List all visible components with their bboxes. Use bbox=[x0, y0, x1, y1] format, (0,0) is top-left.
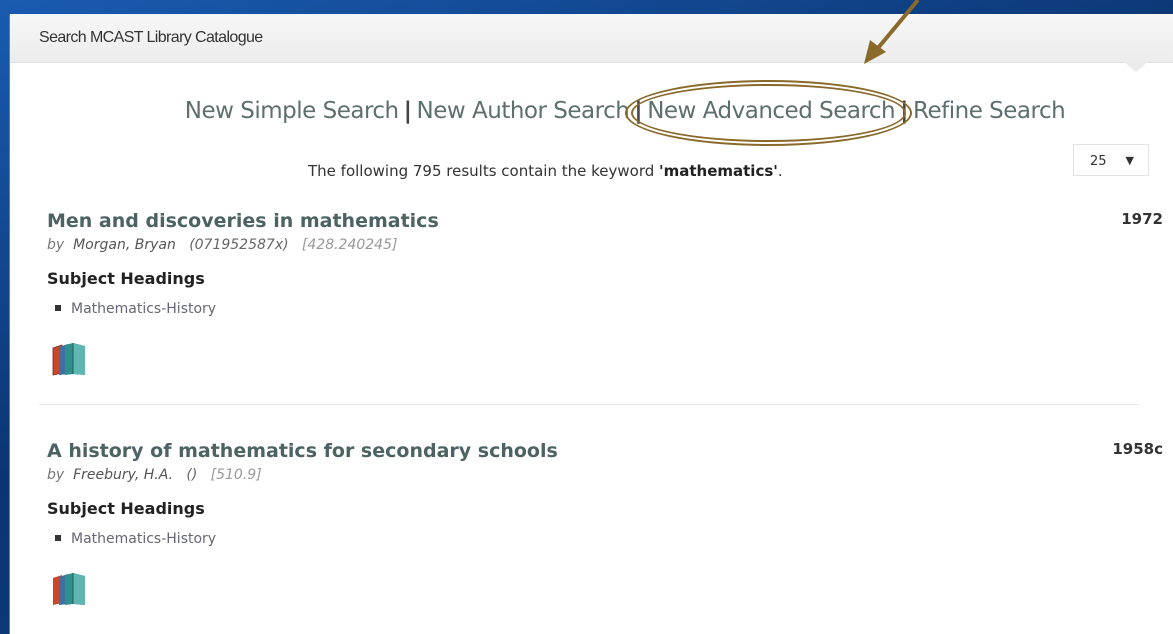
chevron-down-icon: ▼ bbox=[1125, 154, 1134, 167]
results-per-page-select[interactable]: 25 ▼ bbox=[1073, 144, 1149, 176]
header-notch bbox=[1124, 62, 1148, 72]
record-divider bbox=[39, 404, 1139, 405]
record-year: 1958c bbox=[1112, 440, 1163, 458]
by-label: by bbox=[47, 467, 65, 483]
catalogue-panel: Search MCAST Library Catalogue New Simpl… bbox=[9, 14, 1173, 634]
subject-headings-label: Subject Headings bbox=[47, 499, 205, 518]
record-author[interactable]: Morgan, Bryan bbox=[73, 237, 176, 253]
link-separator: | bbox=[403, 98, 412, 124]
record-year: 1972 bbox=[1121, 210, 1163, 228]
new-simple-search-link[interactable]: New Simple Search bbox=[185, 98, 399, 124]
search-keyword: 'mathematics' bbox=[659, 162, 778, 180]
search-links-bar: New Simple Search | New Author Search | New … bbox=[10, 98, 1173, 124]
summary-suffix: . bbox=[777, 162, 783, 180]
record-call-number: [428.240245] bbox=[301, 237, 398, 253]
panel-title: Search MCAST Library Catalogue bbox=[39, 29, 263, 46]
callout-arrow-icon bbox=[864, 0, 920, 64]
record-title-link[interactable]: Men and discoveries in mathematics bbox=[47, 210, 439, 232]
callout-ellipse-inner bbox=[631, 84, 906, 142]
record-isbn: () bbox=[186, 467, 198, 483]
subject-headings-label: Subject Headings bbox=[47, 269, 205, 288]
books-icon[interactable] bbox=[51, 572, 87, 606]
subject-list-item: Mathematics-History bbox=[47, 531, 216, 547]
record-call-number: [510.9] bbox=[210, 467, 262, 483]
subject-link[interactable]: Mathematics-History bbox=[71, 531, 216, 547]
record-isbn: (071952587x) bbox=[189, 237, 289, 253]
refine-search-link[interactable]: Refine Search bbox=[913, 98, 1066, 124]
subject-link[interactable]: Mathematics-History bbox=[71, 301, 216, 317]
panel-header: Search MCAST Library Catalogue bbox=[10, 14, 1173, 63]
summary-prefix: The following 795 results contain the ke… bbox=[308, 162, 660, 180]
subject-list-item: Mathematics-History bbox=[47, 301, 216, 317]
result-summary: The following 795 results contain the ke… bbox=[308, 162, 783, 180]
books-icon[interactable] bbox=[51, 342, 87, 376]
by-label: by bbox=[47, 237, 65, 253]
new-author-search-link[interactable]: New Author Search bbox=[417, 98, 630, 124]
bullet-icon bbox=[55, 535, 61, 541]
per-page-value: 25 bbox=[1090, 154, 1107, 169]
record-byline: by Freebury, H.A. () [510.9] bbox=[47, 467, 262, 483]
record-byline: by Morgan, Bryan (071952587x) [428.24024… bbox=[47, 237, 397, 253]
record-author[interactable]: Freebury, H.A. bbox=[73, 467, 173, 483]
bullet-icon bbox=[55, 305, 61, 311]
record-title-link[interactable]: A history of mathematics for secondary s… bbox=[47, 440, 558, 462]
